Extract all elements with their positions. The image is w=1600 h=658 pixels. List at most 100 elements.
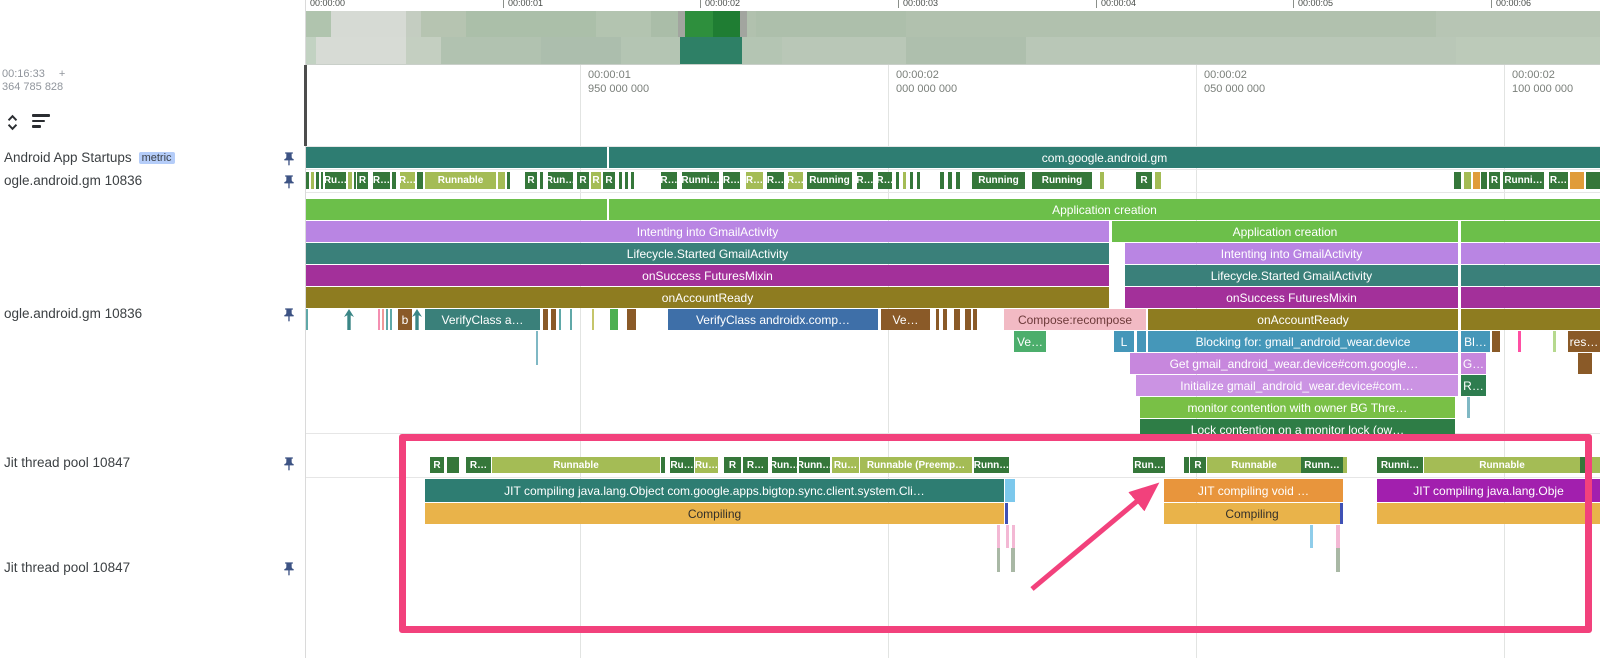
slice-marker[interactable] bbox=[940, 172, 944, 189]
slice-main-thread-states[interactable]: R… bbox=[788, 172, 803, 189]
slice-main-thread-states[interactable]: R… bbox=[373, 172, 390, 189]
slice-main-thread-states[interactable]: R… bbox=[400, 172, 415, 189]
slice-main-thread-states[interactable]: R… bbox=[1549, 172, 1568, 189]
slice-main-thread-states[interactable]: Running bbox=[972, 172, 1025, 189]
slice-marker[interactable] bbox=[1155, 172, 1161, 189]
slice-main-thread-states[interactable]: Runni… bbox=[1503, 172, 1544, 189]
slice-marker[interactable] bbox=[551, 309, 556, 330]
slice-marker[interactable] bbox=[378, 309, 380, 330]
slice-flame-row-5[interactable]: Compose:recompose bbox=[1004, 309, 1146, 330]
slice-main-thread-states[interactable]: R… bbox=[746, 172, 763, 189]
sidebar-track-label[interactable]: ogle.android.gm 10836 bbox=[4, 306, 142, 321]
slice-main-thread-states[interactable]: R bbox=[1136, 172, 1152, 189]
sidebar-track-label[interactable]: Jit thread pool 10847 bbox=[4, 455, 130, 470]
slice-main-thread-states[interactable]: R… bbox=[723, 172, 740, 189]
slice-main-thread-states[interactable]: R bbox=[577, 172, 589, 189]
minimap-handle-right[interactable] bbox=[740, 11, 747, 37]
instant-event-arrow[interactable] bbox=[412, 309, 422, 330]
slice-marker[interactable] bbox=[321, 172, 323, 189]
slice-marker[interactable] bbox=[540, 172, 543, 189]
slice-main-thread-states[interactable]: R… bbox=[878, 172, 892, 189]
slice-marker[interactable] bbox=[903, 172, 906, 189]
slice-flame-row-6[interactable]: res… bbox=[1568, 331, 1600, 352]
slice-marker[interactable] bbox=[1578, 353, 1592, 374]
slice-flame-row-5[interactable]: VerifyClass androidx.comp… bbox=[668, 309, 878, 330]
slice-marker[interactable] bbox=[306, 309, 308, 330]
slice-marker[interactable] bbox=[965, 309, 971, 330]
slice-flame-row-7[interactable]: Get gmail_android_wear.device#com.google… bbox=[1130, 353, 1458, 374]
slice-main-thread-states[interactable]: R bbox=[525, 172, 537, 189]
slice-marker[interactable] bbox=[417, 172, 423, 189]
slice-marker[interactable] bbox=[570, 309, 572, 330]
slice-marker[interactable] bbox=[896, 172, 899, 189]
slice-main-thread-states[interactable]: Running bbox=[1032, 172, 1092, 189]
slice-marker[interactable] bbox=[610, 309, 618, 330]
slice-marker[interactable] bbox=[348, 172, 352, 189]
unfold-icon[interactable] bbox=[3, 112, 22, 133]
pin-icon[interactable] bbox=[281, 307, 297, 323]
slice-marker[interactable] bbox=[306, 199, 607, 220]
slice-marker[interactable] bbox=[1553, 331, 1556, 352]
slice-marker[interactable] bbox=[382, 309, 384, 330]
slice-main-thread-states[interactable]: R bbox=[591, 172, 601, 189]
slice-marker[interactable] bbox=[543, 309, 548, 330]
slice-marker[interactable] bbox=[1481, 172, 1487, 189]
slice-marker[interactable] bbox=[631, 172, 634, 189]
slice-flame-row-5[interactable]: VerifyClass a… bbox=[425, 309, 540, 330]
slice-marker[interactable] bbox=[386, 309, 388, 330]
slice-marker[interactable] bbox=[316, 172, 319, 189]
pin-icon[interactable] bbox=[281, 456, 297, 472]
slice-flame-row-6[interactable]: Ve… bbox=[1014, 331, 1046, 352]
slice-marker[interactable] bbox=[1492, 331, 1500, 352]
slice-marker[interactable] bbox=[1461, 265, 1600, 286]
slice-flame-row-2[interactable]: Intenting into GmailActivity bbox=[1125, 243, 1458, 264]
slice-flame-row-5[interactable]: Ve… bbox=[881, 309, 930, 330]
slice-flame-row-4[interactable]: onAccountReady bbox=[306, 287, 1109, 308]
slice-flame-row-0[interactable]: Application creation bbox=[609, 199, 1600, 220]
slice-flame-row-6[interactable]: Bl… bbox=[1461, 331, 1490, 352]
slice-main-thread-states[interactable]: R… bbox=[661, 172, 677, 189]
slice-flame-row-3[interactable]: onSuccess FuturesMixin bbox=[306, 265, 1109, 286]
slice-marker[interactable] bbox=[936, 309, 939, 330]
slice-main-thread-states[interactable]: Running bbox=[807, 172, 852, 189]
sidebar-track-label[interactable]: Android App Startupsmetric bbox=[4, 150, 175, 165]
slice-marker[interactable] bbox=[392, 172, 396, 189]
slice-flame-row-1[interactable]: Intenting into GmailActivity bbox=[306, 221, 1109, 242]
slice-flame-row-4[interactable]: onSuccess FuturesMixin bbox=[1125, 287, 1458, 308]
slice-main-thread-states[interactable]: Ru… bbox=[325, 172, 346, 189]
slice-marker[interactable] bbox=[627, 309, 636, 330]
slice-main-thread-states[interactable]: R… bbox=[767, 172, 784, 189]
slice-marker[interactable] bbox=[1464, 172, 1471, 189]
pin-icon[interactable] bbox=[281, 561, 297, 577]
slice-main-thread-states[interactable]: Runni… bbox=[682, 172, 719, 189]
slice-metric-track[interactable]: com.google.android.gm bbox=[609, 147, 1600, 168]
slice-marker[interactable] bbox=[1461, 309, 1600, 330]
slice-flame-row-5[interactable]: b bbox=[398, 309, 412, 330]
slice-marker[interactable] bbox=[1454, 172, 1461, 189]
slice-flame-row-3[interactable]: Lifecycle.Started GmailActivity bbox=[1125, 265, 1458, 286]
slice-marker[interactable] bbox=[943, 309, 947, 330]
slice-marker[interactable] bbox=[306, 172, 309, 189]
slice-main-thread-states[interactable]: R bbox=[603, 172, 615, 189]
slice-marker[interactable] bbox=[1461, 221, 1600, 242]
overview-minimap[interactable] bbox=[306, 9, 1600, 65]
minimap-viewport-highlight-lower[interactable] bbox=[680, 37, 742, 65]
slice-main-thread-states[interactable]: R bbox=[357, 172, 368, 189]
sidebar-track-label[interactable]: Jit thread pool 10847 bbox=[4, 560, 130, 575]
slice-main-thread-states[interactable]: Run… bbox=[548, 172, 573, 189]
slice-flame-row-8[interactable]: Initialize gmail_android_wear.device#com… bbox=[1136, 375, 1458, 396]
slice-marker[interactable] bbox=[1100, 172, 1104, 189]
sidebar-track-label[interactable]: ogle.android.gm 10836 bbox=[4, 173, 142, 188]
slice-marker[interactable] bbox=[1137, 331, 1146, 352]
minimap-handle-left[interactable] bbox=[678, 11, 685, 37]
slice-marker[interactable] bbox=[559, 309, 561, 330]
slice-flame-row-9[interactable]: monitor contention with owner BG Thre… bbox=[1140, 397, 1455, 418]
slice-marker[interactable] bbox=[507, 172, 510, 189]
slice-marker[interactable] bbox=[311, 172, 314, 189]
slice-marker[interactable] bbox=[948, 172, 952, 189]
slice-marker[interactable] bbox=[1461, 287, 1600, 308]
slice-marker[interactable] bbox=[1467, 397, 1470, 418]
slice-marker[interactable] bbox=[1473, 172, 1480, 189]
slice-marker[interactable] bbox=[592, 309, 594, 330]
slice-marker[interactable] bbox=[498, 172, 505, 189]
